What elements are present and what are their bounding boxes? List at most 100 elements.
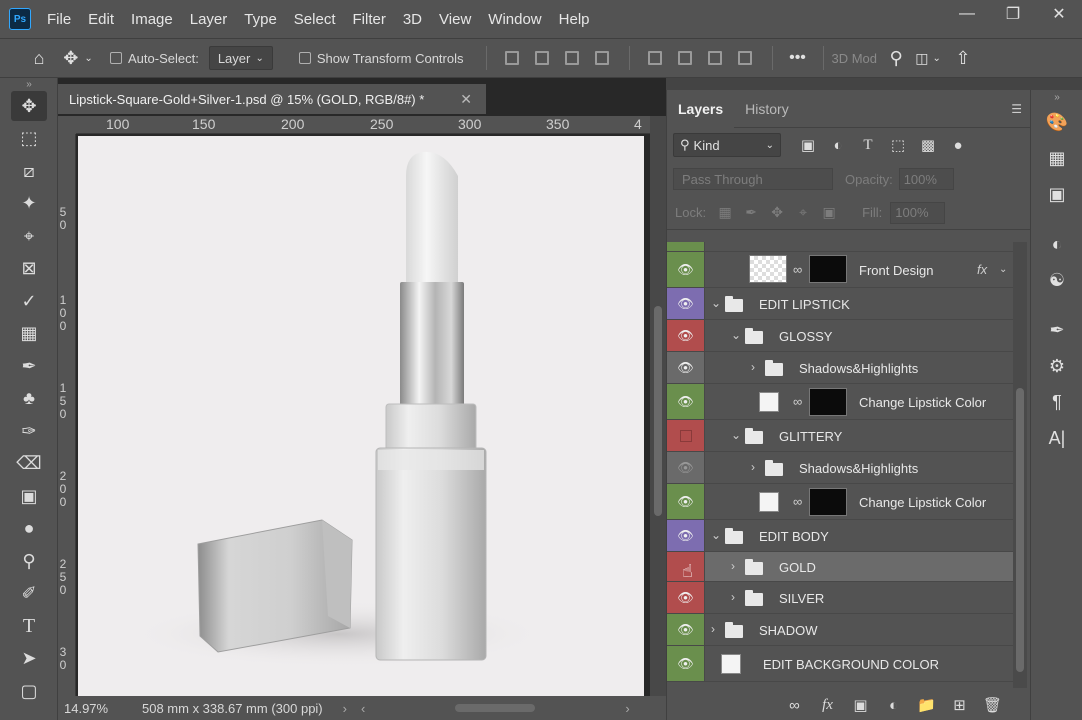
visibility-toggle-off[interactable] — [667, 420, 705, 451]
eye-icon[interactable]: 👁 — [667, 520, 705, 551]
menu-filter[interactable]: Filter — [353, 11, 386, 28]
gradients-icon[interactable]: ▣ — [1031, 176, 1082, 212]
distribute-icon[interactable] — [594, 51, 609, 65]
gradient-tool[interactable]: ▣ — [0, 480, 58, 513]
eye-icon[interactable]: 👁 — [667, 288, 705, 319]
layer-row[interactable]: 👁 › Shadows&Highlights — [667, 352, 1013, 384]
link-icon[interactable]: ∞ — [793, 494, 802, 509]
scroll-left-icon[interactable]: ‹ — [361, 701, 365, 716]
status-menu-chevron-icon[interactable]: › — [343, 701, 347, 716]
lasso-tool[interactable]: ⧄ — [0, 155, 58, 188]
chevron-right-icon[interactable]: › — [751, 360, 755, 374]
zoom-level[interactable]: 14.97% — [64, 701, 116, 716]
move-tool-icon[interactable]: ✥ ⌄ — [58, 48, 98, 69]
add-mask-icon[interactable]: ▣ — [844, 696, 877, 714]
layer-row[interactable]: 👁 › Shadows&Highlights — [667, 452, 1013, 484]
close-document-icon[interactable]: ✕ — [460, 91, 472, 108]
brush-settings-icon[interactable]: ✒ — [1031, 312, 1082, 348]
layer-row[interactable]: 👁 ⌄ EDIT BODY — [667, 520, 1013, 552]
menu-window[interactable]: Window — [488, 11, 541, 28]
move-tool[interactable]: ✥ — [0, 90, 58, 123]
menu-edit[interactable]: Edit — [88, 11, 114, 28]
channels-icon[interactable]: ☯ — [1031, 262, 1082, 298]
canvas-vertical-scrollbar[interactable] — [650, 116, 666, 700]
align-right-icon[interactable] — [564, 51, 579, 65]
menu-help[interactable]: Help — [559, 11, 590, 28]
eye-icon[interactable]: 👁 — [667, 614, 705, 645]
auto-select-checkbox[interactable]: Auto-Select: — [110, 51, 199, 66]
menu-3d[interactable]: 3D — [403, 11, 422, 28]
magic-wand-tool[interactable]: ✦ — [0, 188, 58, 221]
crop-tool[interactable]: ⌖ — [0, 220, 58, 253]
type-filter-icon[interactable]: T — [853, 137, 883, 154]
link-icon[interactable]: ∞ — [793, 262, 802, 277]
chevron-right-icon[interactable]: › — [751, 460, 755, 474]
panel-menu-icon[interactable]: ☰ — [1011, 102, 1022, 116]
chevron-down-icon[interactable]: ⌄ — [711, 296, 721, 310]
document-tab[interactable]: Lipstick-Square-Gold+Silver-1.psd @ 15% … — [58, 84, 486, 114]
menu-image[interactable]: Image — [131, 11, 173, 28]
lock-pixels-icon[interactable]: ✒ — [738, 204, 764, 221]
align-center-icon[interactable] — [534, 51, 549, 65]
shape-filter-icon[interactable]: ⬚ — [883, 136, 913, 154]
frame-tool[interactable]: ⊠ — [0, 253, 58, 286]
lock-artboard-icon[interactable]: ⌖ — [790, 204, 816, 221]
layer-row[interactable]: 👁 ⌄ GLOSSY — [667, 320, 1013, 352]
pen-tool[interactable]: ✐ — [0, 578, 58, 611]
distribute-vertical-icon[interactable] — [737, 51, 752, 65]
fill-field[interactable]: 100% — [890, 201, 946, 224]
layer-row[interactable]: 👁 ∞ Front Design fx ⌄ — [667, 252, 1013, 288]
restore-icon[interactable]: ❐ — [990, 0, 1036, 28]
link-layers-icon[interactable]: ∞ — [778, 697, 811, 714]
align-middle-icon[interactable] — [677, 51, 692, 65]
layer-row-selected[interactable]: ☝ › GOLD — [667, 552, 1013, 582]
chevron-down-icon[interactable]: ⌄ — [711, 528, 721, 542]
align-left-icon[interactable] — [504, 51, 519, 65]
color-palette-icon[interactable]: 🎨 — [1031, 104, 1082, 140]
eye-icon[interactable]: 👁 — [667, 452, 705, 483]
menu-view[interactable]: View — [439, 11, 471, 28]
chevron-down-icon[interactable]: ⌄ — [731, 328, 741, 342]
tab-layers[interactable]: Layers — [667, 89, 735, 128]
adjustments-icon[interactable]: ◐ — [1031, 226, 1082, 262]
lock-position-icon[interactable]: ✥ — [764, 204, 790, 221]
eye-icon[interactable]: 👁 — [667, 484, 705, 519]
fx-badge[interactable]: fx — [977, 262, 987, 277]
collapse-toolbar-icon[interactable]: » — [0, 78, 58, 90]
menu-layer[interactable]: Layer — [190, 11, 228, 28]
minimize-icon[interactable]: — — [944, 0, 990, 28]
menu-select[interactable]: Select — [294, 11, 336, 28]
chevron-right-icon[interactable]: › — [711, 622, 715, 636]
image-canvas[interactable] — [78, 136, 644, 698]
blend-mode-dropdown[interactable]: Pass Through — [673, 168, 833, 190]
layer-row[interactable]: 👁 ∞ Change Lipstick Color — [667, 384, 1013, 420]
eye-icon[interactable]: 👁 — [667, 352, 705, 383]
properties-icon[interactable]: ⚙ — [1031, 348, 1082, 384]
layer-row[interactable]: 👁 ∞ Change Lipstick Color — [667, 484, 1013, 520]
layer-row[interactable]: 👁 ⌄ EDIT LIPSTICK — [667, 288, 1013, 320]
eyedropper-tool[interactable]: ✓ — [0, 285, 58, 318]
lock-transparency-icon[interactable]: ▦ — [712, 204, 738, 221]
healing-tool[interactable]: ▦ — [0, 318, 58, 351]
scroll-right-icon[interactable]: › — [625, 701, 629, 716]
chevron-down-icon[interactable]: ⌄ — [999, 264, 1007, 275]
character-icon[interactable]: A| — [1031, 420, 1082, 456]
blur-tool[interactable]: ● — [0, 513, 58, 546]
lock-all-icon[interactable]: ▣ — [816, 204, 842, 221]
swatches-icon[interactable]: ▦ — [1031, 140, 1082, 176]
show-transform-checkbox[interactable]: Show Transform Controls — [298, 51, 464, 66]
new-layer-icon[interactable]: ⊞ — [943, 696, 976, 714]
smart-object-filter-icon[interactable]: ▩ — [913, 136, 943, 154]
workspace-icon[interactable]: ◫ ⌄ — [909, 50, 947, 67]
menu-file[interactable]: File — [47, 11, 71, 28]
tab-history[interactable]: History — [734, 90, 800, 128]
eye-icon[interactable]: 👁 — [667, 582, 705, 613]
more-options-icon[interactable]: ••• — [773, 49, 823, 67]
dodge-tool[interactable]: ⚲ — [0, 545, 58, 578]
chevron-down-icon[interactable]: ⌄ — [731, 428, 741, 442]
canvas-horizontal-scroll-thumb[interactable] — [455, 704, 536, 712]
eye-icon[interactable]: 👁 — [667, 384, 705, 419]
opacity-field[interactable]: 100% — [898, 168, 954, 190]
visibility-toggle-off[interactable]: ☝ — [667, 552, 705, 581]
adjustment-layer-icon[interactable]: ◐ — [877, 697, 910, 714]
